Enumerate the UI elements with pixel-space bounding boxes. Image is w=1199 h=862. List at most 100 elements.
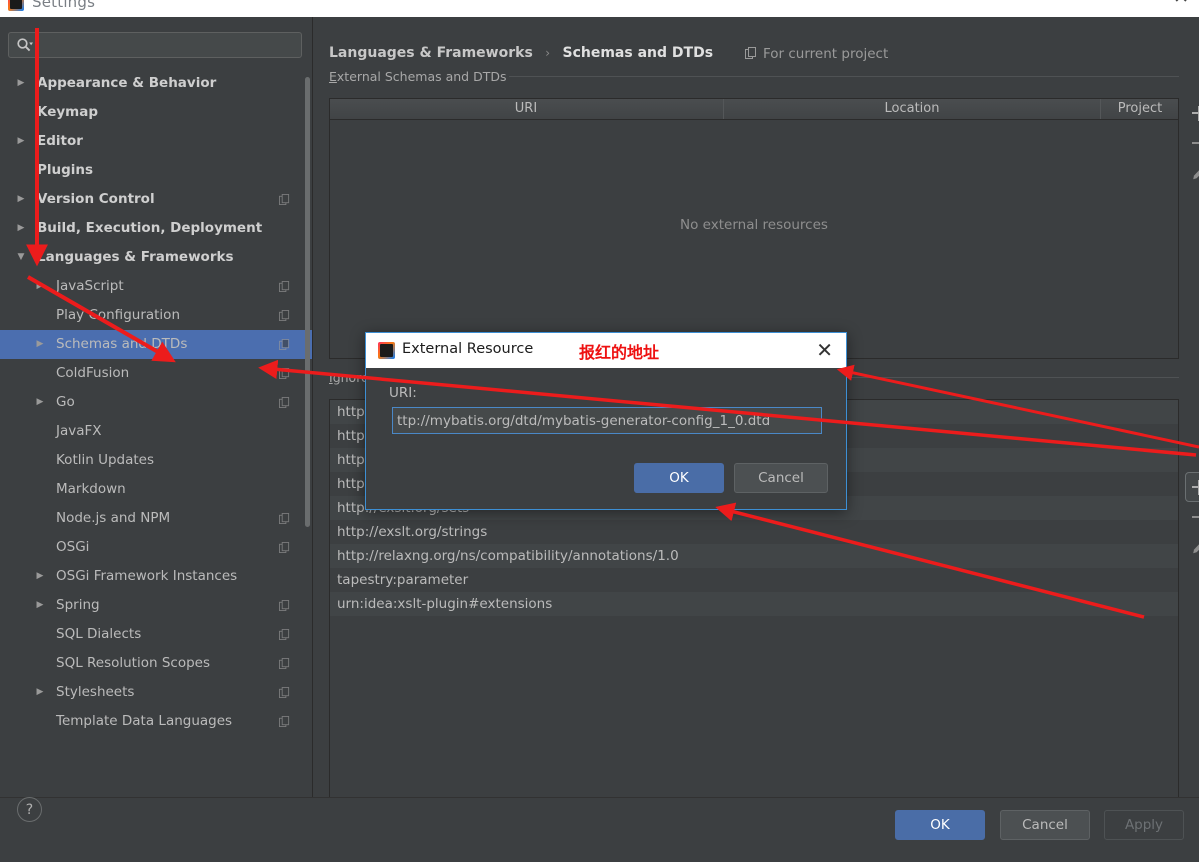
column-header-project[interactable]: Project (1100, 99, 1179, 119)
external-resource-dialog: External Resource 报红的地址 ✕ URI: OK Cancel (365, 332, 847, 510)
table-empty-message: No external resources (680, 217, 828, 233)
chevron-right-icon[interactable]: ▶ (33, 388, 47, 417)
sidebar-item-javafx[interactable]: JavaFX (0, 417, 312, 446)
sidebar-item-label: Template Data Languages (56, 713, 233, 729)
apply-button[interactable]: Apply (1104, 810, 1184, 840)
chevron-right-icon[interactable]: ▶ (14, 214, 28, 243)
sidebar-item-plugins[interactable]: Plugins (0, 156, 312, 185)
list-item[interactable]: urn:idea:xslt-plugin#extensions (330, 592, 1178, 616)
sidebar-item-version-control[interactable]: ▶ Version Control (0, 185, 312, 214)
search-box[interactable] (8, 32, 302, 59)
sidebar-item-label: Play Configuration (56, 307, 180, 323)
search-icon (17, 38, 33, 52)
ignored-remove-button[interactable] (1185, 502, 1199, 532)
search-input[interactable] (39, 33, 301, 59)
copyable-setting-icon (279, 600, 290, 611)
dialog-cancel-button[interactable]: Cancel (734, 463, 828, 493)
external-group-mnemonic: E (329, 69, 337, 84)
copyable-setting-icon (279, 368, 290, 379)
intellij-idea-logo-icon (378, 342, 395, 359)
external-remove-button[interactable] (1185, 128, 1199, 158)
sidebar-item-kotlin-updates[interactable]: Kotlin Updates (0, 446, 312, 475)
external-group-label: External Schemas and DTDs (329, 69, 513, 84)
list-item[interactable]: tapestry:parameter (330, 568, 1178, 592)
list-item[interactable]: http://exslt.org/strings (330, 520, 1178, 544)
sidebar-item-appearance-behavior[interactable]: ▶ Appearance & Behavior (0, 69, 312, 98)
sidebar-item-label: Appearance & Behavior (37, 75, 217, 91)
sidebar-item-languages-frameworks[interactable]: ▼ Languages & Frameworks (0, 243, 312, 272)
external-edit-button[interactable] (1185, 158, 1199, 188)
uri-input[interactable] (392, 407, 822, 434)
ignored-edit-button[interactable] (1185, 532, 1199, 562)
chevron-right-icon[interactable]: ▶ (33, 562, 47, 591)
sidebar-item-stylesheets[interactable]: ▶ Stylesheets (0, 678, 312, 707)
close-icon[interactable]: ✕ (1173, 0, 1189, 7)
sidebar-item-label: ColdFusion (56, 365, 130, 381)
sidebar-scrollbar[interactable] (305, 77, 310, 527)
dialog-ok-button[interactable]: OK (634, 463, 724, 493)
sidebar-item-spring[interactable]: ▶ Spring (0, 591, 312, 620)
sidebar-item-sql-dialects[interactable]: SQL Dialects (0, 620, 312, 649)
copyable-setting-icon (279, 194, 290, 205)
chevron-right-icon[interactable]: ▶ (33, 678, 47, 707)
external-resources-table[interactable]: URI Location Project No external resourc… (329, 98, 1179, 359)
minus-icon (1192, 142, 1199, 144)
copyable-setting-icon (279, 513, 290, 524)
external-group-rule (509, 76, 1179, 77)
sidebar-item-osgi[interactable]: OSGi (0, 533, 312, 562)
chevron-right-icon[interactable]: ▶ (33, 272, 47, 301)
column-header-uri[interactable]: URI (330, 99, 722, 119)
ok-button[interactable]: OK (895, 810, 985, 840)
copyable-setting-icon (279, 397, 290, 408)
sidebar-item-label: JavaScript (56, 278, 124, 294)
sidebar-item-template-data-languages[interactable]: Template Data Languages (0, 707, 312, 736)
project-scope-indicator: For current project (745, 46, 888, 62)
close-icon[interactable]: ✕ (816, 337, 833, 363)
list-item[interactable]: http://relaxng.org/ns/compatibility/anno… (330, 544, 1178, 568)
column-header-location[interactable]: Location (723, 99, 1100, 119)
external-add-button[interactable] (1185, 98, 1199, 128)
sidebar-item-label: SQL Resolution Scopes (56, 655, 210, 671)
chevron-right-icon[interactable]: ▶ (14, 69, 28, 98)
sidebar-item-label: Keymap (37, 104, 99, 120)
chevron-down-icon[interactable]: ▼ (14, 243, 28, 272)
pencil-icon (1193, 544, 1199, 554)
sidebar-item-osgi-framework-instances[interactable]: ▶ OSGi Framework Instances (0, 562, 312, 591)
ignored-resources-toolbar (1185, 472, 1199, 562)
sidebar-item-javascript[interactable]: ▶ JavaScript (0, 272, 312, 301)
annotation-text: 报红的地址 (579, 343, 660, 362)
help-button[interactable]: ? (17, 797, 42, 822)
sidebar-item-label: Editor (37, 133, 83, 149)
sidebar-item-coldfusion[interactable]: ColdFusion (0, 359, 312, 388)
dialog-title: External Resource (402, 341, 534, 357)
sidebar-item-build-execution-deployment[interactable]: ▶ Build, Execution, Deployment (0, 214, 312, 243)
sidebar-item-editor[interactable]: ▶ Editor (0, 127, 312, 156)
chevron-right-icon[interactable]: ▶ (33, 330, 47, 359)
pencil-icon (1193, 170, 1199, 180)
sidebar-item-go[interactable]: ▶ Go (0, 388, 312, 417)
copyable-setting-icon (279, 310, 290, 321)
chevron-right-icon[interactable]: ▶ (14, 185, 28, 214)
breadcrumb-separator-icon: › (545, 46, 551, 60)
breadcrumb-parent[interactable]: Languages & Frameworks (329, 45, 533, 61)
sidebar-item-markdown[interactable]: Markdown (0, 475, 312, 504)
external-group-label-rest: xternal Schemas and DTDs (336, 69, 507, 84)
cancel-button[interactable]: Cancel (1000, 810, 1090, 840)
chevron-right-icon[interactable]: ▶ (33, 591, 47, 620)
breadcrumb: Languages & Frameworks › Schemas and DTD… (329, 45, 713, 61)
sidebar-item-label: OSGi Framework Instances (56, 568, 238, 584)
sidebar-item-keymap[interactable]: Keymap (0, 98, 312, 127)
sidebar-item-label: SQL Dialects (56, 626, 142, 642)
sidebar-item-play-configuration[interactable]: Play Configuration (0, 301, 312, 330)
sidebar-item-sql-resolution-scopes[interactable]: SQL Resolution Scopes (0, 649, 312, 678)
copyable-setting-icon (279, 339, 290, 350)
sidebar-item-label: OSGi (56, 539, 90, 555)
uri-field-label: URI: (389, 385, 417, 401)
ignored-add-button[interactable] (1185, 472, 1199, 502)
sidebar-item-label: Markdown (56, 481, 126, 497)
chevron-right-icon[interactable]: ▶ (14, 127, 28, 156)
sidebar-item-node-js-and-npm[interactable]: Node.js and NPM (0, 504, 312, 533)
sidebar-item-label: Languages & Frameworks (37, 249, 234, 265)
sidebar-item-schemas-and-dtds[interactable]: ▶ Schemas and DTDs (0, 330, 312, 359)
sidebar-item-label: Plugins (37, 162, 94, 178)
